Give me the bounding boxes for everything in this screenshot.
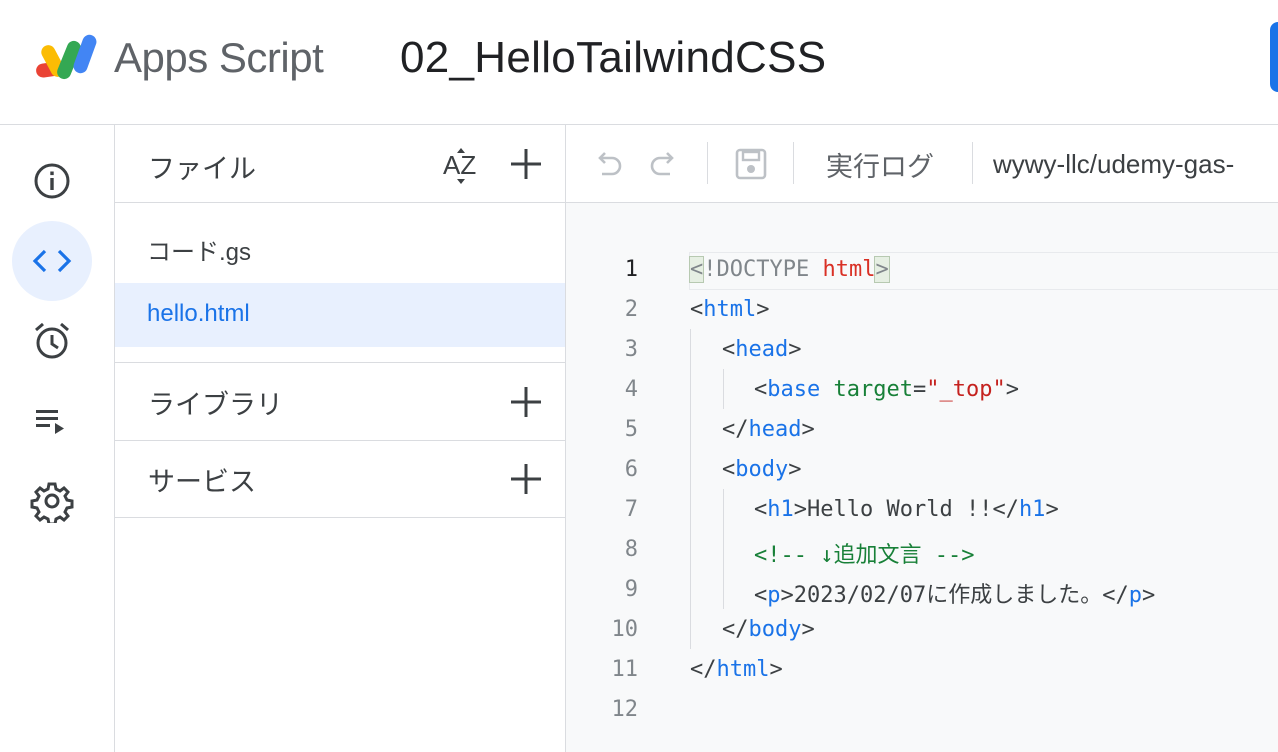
toolbar-divider [707,142,708,184]
code-editor[interactable]: 1 <!DOCTYPE html> 2 <html> 3 <head> 4 <b… [566,203,1278,752]
code-text: </html> [690,657,783,682]
alarm-clock-icon [35,322,69,359]
line-number: 11 [611,657,639,682]
left-navigation-rail [0,125,115,752]
code-text: <h1>Hello World !!</h1> [754,497,1059,522]
editor-nav-button[interactable] [12,221,92,301]
files-title: ファイル [148,154,256,184]
gear-icon [30,482,74,523]
repository-label[interactable]: wywy-llc/udemy-gas- [993,149,1234,180]
code-text: <html> [690,297,770,322]
line-number: 3 [624,337,638,362]
line-number: 7 [624,497,638,522]
overview-nav-button[interactable] [12,141,92,221]
line-number: 6 [624,457,638,482]
code-text: <base target="_top"> [754,377,1019,402]
triggers-nav-button[interactable] [12,301,92,381]
add-library-button[interactable] [506,382,546,422]
executions-nav-button[interactable] [12,381,92,461]
top-app-bar: Apps Script 02_HelloTailwindCSS [0,0,1278,125]
code-text: <head> [722,337,802,362]
code-text: <!DOCTYPE html> [688,256,890,283]
code-line: 10 </body> [566,611,1278,651]
file-item-hello-html[interactable]: hello.html [115,283,565,347]
code-text: </body> [722,617,815,642]
editor-toolbar: 実行ログ wywy-llc/udemy-gas- [566,125,1278,203]
save-icon [735,148,767,180]
line-number: 1 [624,257,638,282]
line-number: 12 [611,697,639,722]
files-panel: ファイル AZ コード.gs hello.html ライブラリ サービス [115,125,566,752]
code-line: 12 [566,691,1278,731]
toolbar-divider [972,142,973,184]
sort-alphabetical-icon: AZ [443,148,476,184]
file-name: hello.html [147,300,250,327]
code-line: 6 <body> [566,451,1278,491]
sort-label: AZ [443,150,476,180]
save-button[interactable] [731,144,771,184]
code-line: 11 </html> [566,651,1278,691]
code-text: <!-- ↓追加文言 --> [754,543,975,568]
undo-button[interactable] [588,144,628,184]
services-section: サービス [115,440,565,518]
line-number: 10 [611,617,639,642]
code-line: 2 <html> [566,291,1278,331]
apps-script-logo [36,34,97,80]
services-label: サービス [148,467,256,497]
plus-icon [511,387,541,417]
code-line: 1 <!DOCTYPE html> [566,251,1278,291]
code-text: </head> [722,417,815,442]
code-line: 9 <p>2023/02/07に作成しました。</p> [566,571,1278,611]
toolbar-divider [793,142,794,184]
line-number: 5 [624,417,638,442]
add-service-button[interactable] [506,459,546,499]
code-text: <p>2023/02/07に作成しました。</p> [754,583,1156,608]
deploy-button[interactable] [1270,22,1278,92]
file-item-code-gs[interactable]: コード.gs [115,215,565,279]
code-text: <body> [722,457,802,482]
code-line: 4 <base target="_top"> [566,371,1278,411]
libraries-section: ライブラリ [115,362,565,441]
redo-icon [650,152,674,176]
code-line: 8 <!-- ↓追加文言 --> [566,531,1278,571]
line-number: 8 [624,537,638,562]
project-title[interactable]: 02_HelloTailwindCSS [400,33,826,83]
execution-log-button[interactable]: 実行ログ [826,145,934,184]
sort-files-button[interactable]: AZ [441,145,483,185]
code-icon [32,249,72,273]
file-name: コード.gs [147,239,252,266]
app-brand-name: Apps Script [114,34,324,81]
add-file-button[interactable] [506,144,546,184]
code-line: 5 </head> [566,411,1278,451]
plus-icon [511,464,541,494]
line-number: 2 [624,297,638,322]
settings-nav-button[interactable] [12,461,92,541]
code-line: 7 <h1>Hello World !!</h1> [566,491,1278,531]
redo-button[interactable] [644,144,684,184]
line-number: 4 [624,377,638,402]
files-panel-header: ファイル AZ [115,125,565,203]
libraries-label: ライブラリ [148,390,283,420]
info-icon [34,163,70,199]
line-number: 9 [624,577,638,602]
code-line: 3 <head> [566,331,1278,371]
execution-log-icon [36,410,64,434]
plus-icon [511,149,541,179]
undo-icon [598,152,622,176]
